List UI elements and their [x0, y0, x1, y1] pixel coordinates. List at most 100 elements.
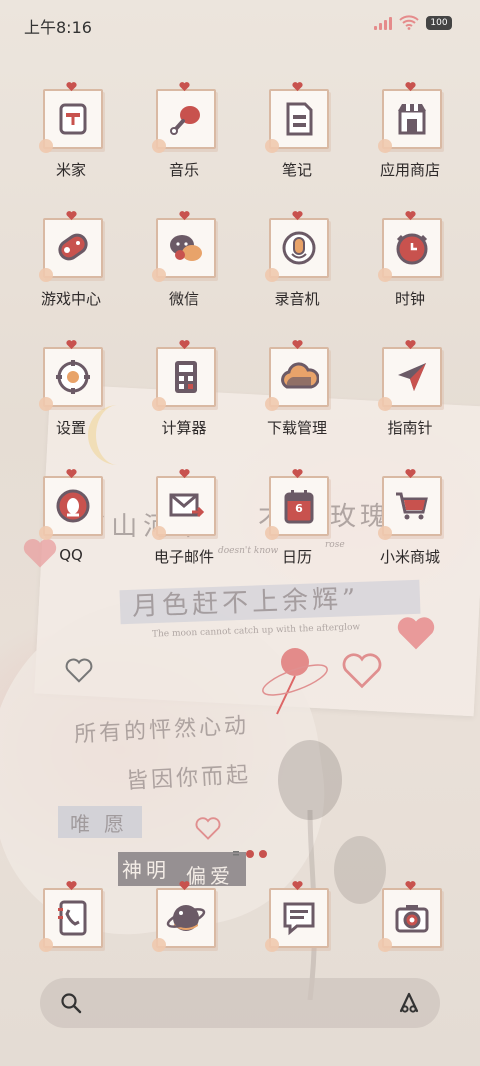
- heart-pin-icon: [292, 335, 303, 350]
- app-tile[interactable]: [152, 89, 216, 153]
- heart-pin-icon: [179, 464, 190, 479]
- app-tile[interactable]: [152, 888, 216, 952]
- camera-icon[interactable]: [392, 898, 432, 938]
- app-tile[interactable]: [378, 89, 442, 153]
- notes-icon[interactable]: [279, 99, 319, 139]
- search-icon[interactable]: [60, 992, 82, 1014]
- app-label: 计算器: [161, 419, 207, 437]
- browser-icon[interactable]: [166, 898, 206, 938]
- heart-pin-icon: [179, 335, 190, 350]
- signal-icon: [374, 16, 394, 30]
- heart-pin-icon: [66, 464, 77, 479]
- app-wechat[interactable]: 微信: [129, 206, 239, 326]
- app-tile[interactable]: [265, 888, 329, 952]
- wallpaper-text: 唯愿: [70, 812, 138, 836]
- app-qq[interactable]: QQ: [16, 464, 126, 584]
- settings-icon[interactable]: [53, 357, 93, 397]
- app-notes[interactable]: 笔记: [242, 77, 352, 197]
- status-bar: 上午8:16 100: [0, 0, 480, 48]
- music-icon[interactable]: [166, 99, 206, 139]
- app-label: 小米商城: [379, 548, 440, 566]
- mi-store-icon[interactable]: [392, 486, 432, 526]
- app-game-center[interactable]: 游戏中心: [16, 206, 126, 326]
- app-label: 音乐: [168, 161, 199, 179]
- wallpaper-rose-icon: [262, 648, 328, 715]
- wechat-icon[interactable]: [166, 228, 206, 268]
- wallpaper-heart-outline-icon: [195, 817, 221, 840]
- app-label: 设置: [55, 419, 86, 437]
- app-label: 笔记: [281, 161, 312, 179]
- app-email[interactable]: 电子邮件: [129, 464, 239, 584]
- app-tile[interactable]: [152, 476, 216, 540]
- clock-icon[interactable]: [392, 228, 432, 268]
- app-settings[interactable]: 设置: [16, 335, 126, 455]
- app-label: 下载管理: [266, 419, 327, 437]
- heart-pin-icon: [405, 876, 416, 891]
- wifi-icon: [399, 15, 419, 30]
- app-tile[interactable]: 6: [265, 476, 329, 540]
- app-compass[interactable]: 指南针: [355, 335, 465, 455]
- heart-pin-icon: [179, 77, 190, 92]
- app-downloads[interactable]: 下载管理: [242, 335, 352, 455]
- app-app-store[interactable]: 应用商店: [355, 77, 465, 197]
- app-tile[interactable]: [265, 347, 329, 411]
- app-tile[interactable]: [378, 888, 442, 952]
- app-tile[interactable]: [39, 218, 103, 282]
- wallpaper-heart-icon: [397, 617, 435, 650]
- heart-pin-icon: [66, 335, 77, 350]
- xiaoai-assistant-icon[interactable]: [397, 991, 421, 1015]
- recorder-icon[interactable]: [279, 228, 319, 268]
- app-label: 米家: [55, 161, 86, 179]
- app-calendar[interactable]: 6 日历: [242, 464, 352, 584]
- app-recorder[interactable]: 录音机: [242, 206, 352, 326]
- search-bar[interactable]: [40, 978, 440, 1028]
- app-clock[interactable]: 时钟: [355, 206, 465, 326]
- app-tile[interactable]: [39, 89, 103, 153]
- app-label: 电子邮件: [153, 548, 214, 566]
- app-mi-store[interactable]: 小米商城: [355, 464, 465, 584]
- app-store-icon[interactable]: [392, 99, 432, 139]
- heart-pin-icon: [292, 77, 303, 92]
- email-icon[interactable]: [166, 486, 206, 526]
- heart-pin-icon: [292, 876, 303, 891]
- app-calculator[interactable]: 计算器: [129, 335, 239, 455]
- app-tile[interactable]: [39, 347, 103, 411]
- heart-pin-icon: [179, 876, 190, 891]
- game-center-icon[interactable]: [53, 228, 93, 268]
- app-tile[interactable]: [39, 476, 103, 540]
- app-tile[interactable]: [265, 218, 329, 282]
- calculator-icon[interactable]: [166, 357, 206, 397]
- app-tile[interactable]: [152, 347, 216, 411]
- wallpaper-text: 月色赶不上余辉”: [131, 584, 360, 622]
- heart-pin-icon: [66, 77, 77, 92]
- compass-icon[interactable]: [392, 357, 432, 397]
- heart-pin-icon: [179, 206, 190, 221]
- mijia-icon[interactable]: [53, 99, 93, 139]
- qq-icon[interactable]: [53, 486, 93, 526]
- app-mijia[interactable]: 米家: [16, 77, 126, 197]
- app-label: 游戏中心: [40, 290, 101, 308]
- app-music[interactable]: 音乐: [129, 77, 239, 197]
- heart-pin-icon: [405, 464, 416, 479]
- app-label: 录音机: [274, 290, 320, 308]
- app-tile[interactable]: [152, 218, 216, 282]
- messages-icon[interactable]: [279, 898, 319, 938]
- app-label: 指南针: [387, 419, 433, 437]
- downloads-icon[interactable]: [279, 357, 319, 397]
- app-tile[interactable]: [378, 218, 442, 282]
- page-indicator: [233, 850, 267, 858]
- app-tile[interactable]: [378, 347, 442, 411]
- app-label: 日历: [281, 548, 312, 566]
- app-tile[interactable]: [39, 888, 103, 952]
- heart-pin-icon: [405, 206, 416, 221]
- app-tile[interactable]: [378, 476, 442, 540]
- heart-pin-icon: [405, 335, 416, 350]
- battery-icon: 100: [426, 16, 452, 30]
- app-label: 时钟: [394, 290, 425, 308]
- app-tile[interactable]: [265, 89, 329, 153]
- heart-pin-icon: [66, 206, 77, 221]
- calendar-day: 6: [295, 502, 303, 515]
- app-label: QQ: [59, 546, 83, 564]
- contacts-phone-icon[interactable]: [53, 898, 93, 938]
- app-label: 应用商店: [379, 161, 440, 179]
